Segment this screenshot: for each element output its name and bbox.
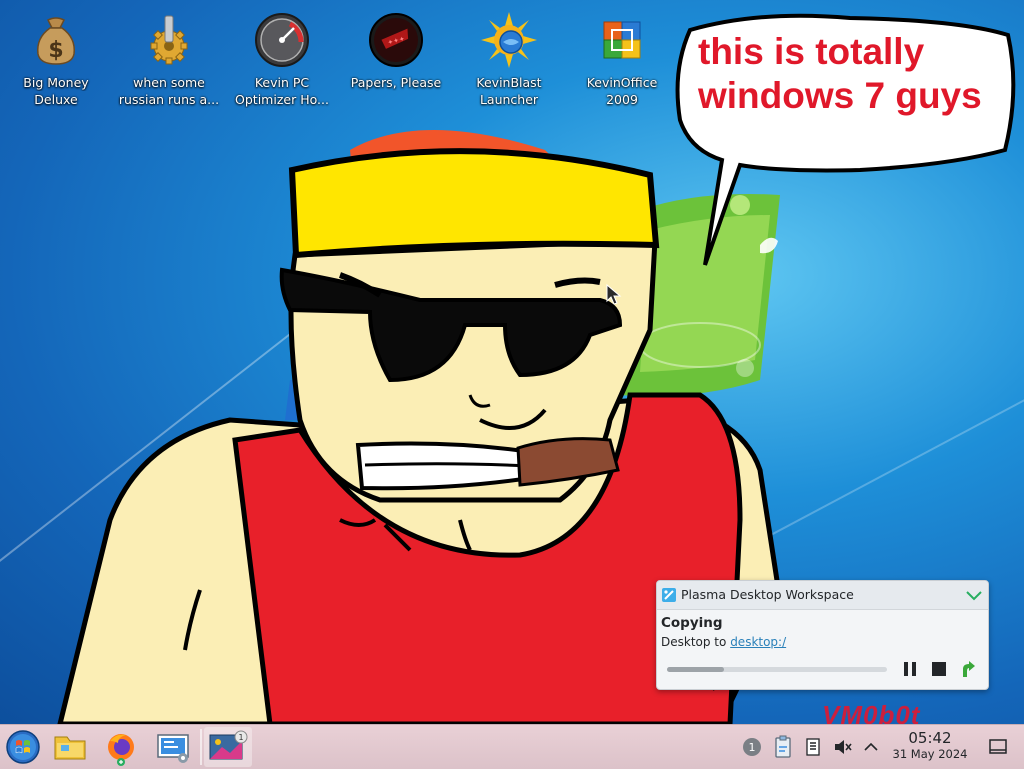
- speech-bubble-line: this is totally: [698, 31, 925, 72]
- taskbar-active-task[interactable]: 1: [204, 727, 252, 767]
- taskbar-separator: [200, 729, 202, 765]
- desktop-icon-papers-please[interactable]: ✦✦✦ Papers, Please: [340, 4, 452, 91]
- svg-text:$: $: [48, 38, 63, 63]
- desktop[interactable]: this is totally windows 7 guys $ Big Mon…: [0, 0, 1024, 724]
- notification-app-name: Plasma Desktop Workspace: [681, 587, 854, 602]
- open-destination-arrow-icon[interactable]: [958, 659, 978, 679]
- chevron-down-icon[interactable]: [964, 585, 984, 605]
- office-icon: [603, 21, 641, 59]
- clipboard-icon[interactable]: [773, 735, 793, 759]
- icon-label: KevinBlast: [476, 75, 542, 90]
- papers-please-icon: ✦✦✦: [369, 13, 423, 67]
- notification-body: Desktop to desktop:/: [661, 635, 786, 649]
- icon-label: Deluxe: [34, 92, 78, 107]
- plasma-icon: [662, 588, 676, 602]
- copy-progress-fill: [667, 667, 725, 672]
- speech-bubble-text: this is totally windows 7 guys: [698, 30, 998, 118]
- icon-label: when some: [133, 75, 205, 90]
- start-menu-icon[interactable]: [4, 727, 42, 767]
- sun-globe-icon: [481, 12, 537, 68]
- volume-muted-icon[interactable]: [832, 737, 854, 757]
- notification-header: Plasma Desktop Workspace: [657, 581, 988, 610]
- copy-progress-bar: [667, 667, 887, 672]
- storage-device-icon[interactable]: [803, 737, 823, 757]
- file-manager-icon[interactable]: [47, 727, 93, 767]
- show-desktop-icon[interactable]: [988, 737, 1008, 757]
- mouse-cursor-icon: [606, 284, 622, 305]
- speedometer-icon: [255, 13, 309, 67]
- pause-icon[interactable]: [900, 659, 920, 679]
- notifications-count-icon[interactable]: 1: [742, 737, 762, 757]
- system-settings-icon[interactable]: [150, 727, 196, 767]
- speech-bubble-line: windows 7 guys: [698, 75, 982, 116]
- desktop-icon-kevin-pc-optimizer[interactable]: Kevin PC Optimizer Ho...: [226, 4, 338, 108]
- chevron-up-icon[interactable]: [862, 737, 880, 757]
- notification-body-text: Desktop to: [661, 635, 727, 649]
- clock-time: 05:42: [908, 729, 952, 747]
- stop-icon[interactable]: [929, 659, 949, 679]
- icon-label: Big Money: [23, 75, 89, 90]
- firefox-icon[interactable]: [98, 727, 144, 767]
- icon-label: Kevin PC: [254, 75, 310, 90]
- gear-icon: [150, 15, 188, 65]
- clock[interactable]: 05:42 31 May 2024: [880, 729, 980, 762]
- icon-label: KevinOffice: [586, 75, 658, 90]
- notifications-count: 1: [749, 741, 756, 754]
- notification-title: Copying: [661, 615, 723, 631]
- kde-discover-icon: 1: [209, 730, 248, 760]
- money-bag-icon: $: [37, 17, 75, 65]
- desktop-icon-big-money-deluxe[interactable]: $ Big Money Deluxe: [0, 4, 112, 108]
- desktop-icon-kevinblast-launcher[interactable]: KevinBlast Launcher: [453, 4, 565, 108]
- clock-date: 31 May 2024: [892, 747, 968, 761]
- icon-label: Papers, Please: [350, 75, 442, 90]
- copy-job-notification[interactable]: Plasma Desktop Workspace Copying Desktop…: [656, 580, 989, 690]
- notification-destination-link[interactable]: desktop:/: [730, 635, 786, 649]
- icon-label: Optimizer Ho...: [235, 92, 329, 107]
- icon-label: russian runs a...: [118, 92, 220, 107]
- taskbar-badge: 1: [238, 733, 243, 742]
- icon-label: Launcher: [479, 92, 539, 107]
- taskbar: 1 1 05:42 31 May 2024: [0, 724, 1024, 769]
- desktop-icon-kevinoffice-2009[interactable]: KevinOffice 2009: [566, 4, 678, 108]
- icon-label: 2009: [606, 92, 638, 107]
- desktop-icon-russian-runs[interactable]: when some russian runs a...: [113, 4, 225, 108]
- watermark: VM0b0t: [822, 700, 921, 724]
